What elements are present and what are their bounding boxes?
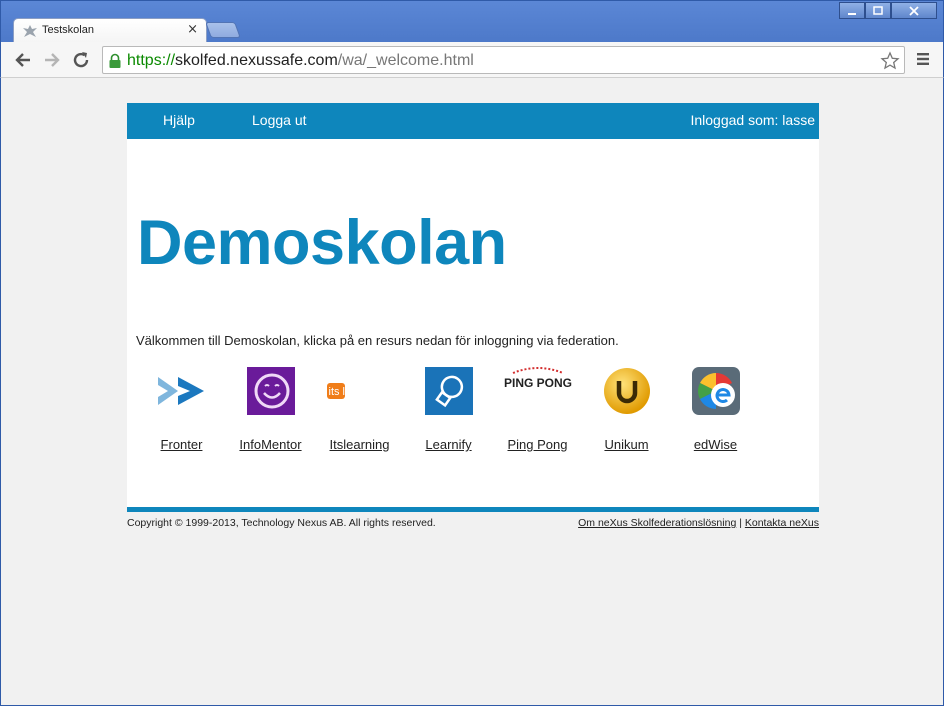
back-button[interactable]: [13, 50, 33, 70]
resource-itslearning[interactable]: its learning Itslearning: [315, 365, 404, 452]
about-link[interactable]: Om neXus Skolfederationslösning: [578, 517, 736, 529]
pingpong-logo-icon: PING PONG: [493, 365, 582, 417]
tab-close-icon[interactable]: ×: [187, 22, 198, 37]
unikum-logo-icon: [582, 365, 671, 417]
close-window-button[interactable]: [891, 2, 937, 19]
page-viewport: Hjälp Logga ut Inloggad som: lasse Demos…: [0, 78, 944, 706]
url-host: skolfed.nexussafe.com: [175, 52, 338, 69]
footer-separator: |: [739, 517, 742, 529]
new-tab-button[interactable]: [205, 22, 241, 38]
resource-label: Unikum: [604, 437, 649, 452]
resource-label: Fronter: [160, 437, 203, 452]
resource-label: Learnify: [425, 437, 472, 452]
reload-button[interactable]: [71, 50, 91, 70]
arrow-left-icon: [15, 53, 30, 67]
nexus-favicon-icon: [23, 25, 37, 37]
welcome-text: Välkommen till Demoskolan, klicka på en …: [136, 333, 619, 348]
minimize-button[interactable]: [839, 2, 865, 19]
resource-infomentor[interactable]: InfoMentor: [226, 365, 315, 452]
help-link[interactable]: Hjälp: [163, 112, 195, 128]
window-titlebar: Testskolan ×: [0, 0, 944, 44]
maximize-button[interactable]: [865, 2, 891, 19]
itslearning-logo-icon: its learning: [315, 365, 404, 417]
contact-link[interactable]: Kontakta neXus: [745, 517, 819, 529]
resource-edwise[interactable]: edWise: [671, 365, 760, 452]
infomentor-logo-icon: [226, 365, 315, 417]
resource-label: InfoMentor: [239, 437, 302, 452]
resource-label: Itslearning: [329, 437, 390, 452]
resource-label: edWise: [693, 437, 738, 452]
url-text: https://skolfed.nexussafe.com/wa/_welcom…: [127, 52, 474, 70]
lock-icon: [109, 53, 121, 68]
browser-toolbar: https://skolfed.nexussafe.com/wa/_welcom…: [0, 42, 944, 78]
resource-learnify[interactable]: Learnify: [404, 365, 493, 452]
address-bar[interactable]: https://skolfed.nexussafe.com/wa/_welcom…: [102, 46, 905, 74]
tab-title: Testskolan: [42, 24, 94, 36]
hamburger-menu-icon[interactable]: [916, 52, 930, 66]
resource-label: Ping Pong: [507, 437, 568, 452]
top-navigation-bar: Hjälp Logga ut Inloggad som: lasse: [127, 103, 819, 139]
minimize-icon: [848, 12, 856, 15]
learnify-logo-icon: [404, 365, 493, 417]
footer-links: Om neXus Skolfederationslösning | Kontak…: [578, 517, 819, 529]
browser-tab[interactable]: Testskolan ×: [13, 18, 207, 44]
logged-in-user: Inloggad som: lasse: [690, 112, 815, 128]
url-path: /wa/_welcome.html: [337, 52, 474, 69]
main-content: Demoskolan Välkommen till Demoskolan, kl…: [127, 139, 819, 507]
fronter-logo-icon: [137, 365, 226, 417]
url-scheme: https://: [127, 52, 176, 69]
resource-pingpong[interactable]: PING PONG Ping Pong: [493, 365, 582, 452]
pingpong-logo-text: PING PONG: [503, 376, 571, 390]
resource-unikum[interactable]: Unikum: [582, 365, 671, 452]
edwise-logo-icon: [671, 365, 760, 417]
forward-button[interactable]: [42, 50, 62, 70]
footer: Copyright © 1999-2013, Technology Nexus …: [127, 512, 819, 532]
copyright-text: Copyright © 1999-2013, Technology Nexus …: [127, 517, 436, 529]
arrow-right-icon: [45, 53, 60, 67]
window-controls: [839, 2, 937, 19]
page-title: Demoskolan: [137, 208, 507, 278]
reload-icon: [73, 52, 89, 68]
itslearning-logo-text: its learning: [328, 386, 381, 398]
resource-list: Fronter InfoMentor its learning Itslearn…: [137, 365, 817, 455]
close-icon: [909, 5, 919, 16]
logout-link[interactable]: Logga ut: [252, 112, 307, 128]
bookmark-star-icon[interactable]: [880, 51, 900, 71]
resource-fronter[interactable]: Fronter: [137, 365, 226, 452]
page-container: Hjälp Logga ut Inloggad som: lasse Demos…: [127, 103, 819, 532]
maximize-icon: [873, 5, 883, 15]
